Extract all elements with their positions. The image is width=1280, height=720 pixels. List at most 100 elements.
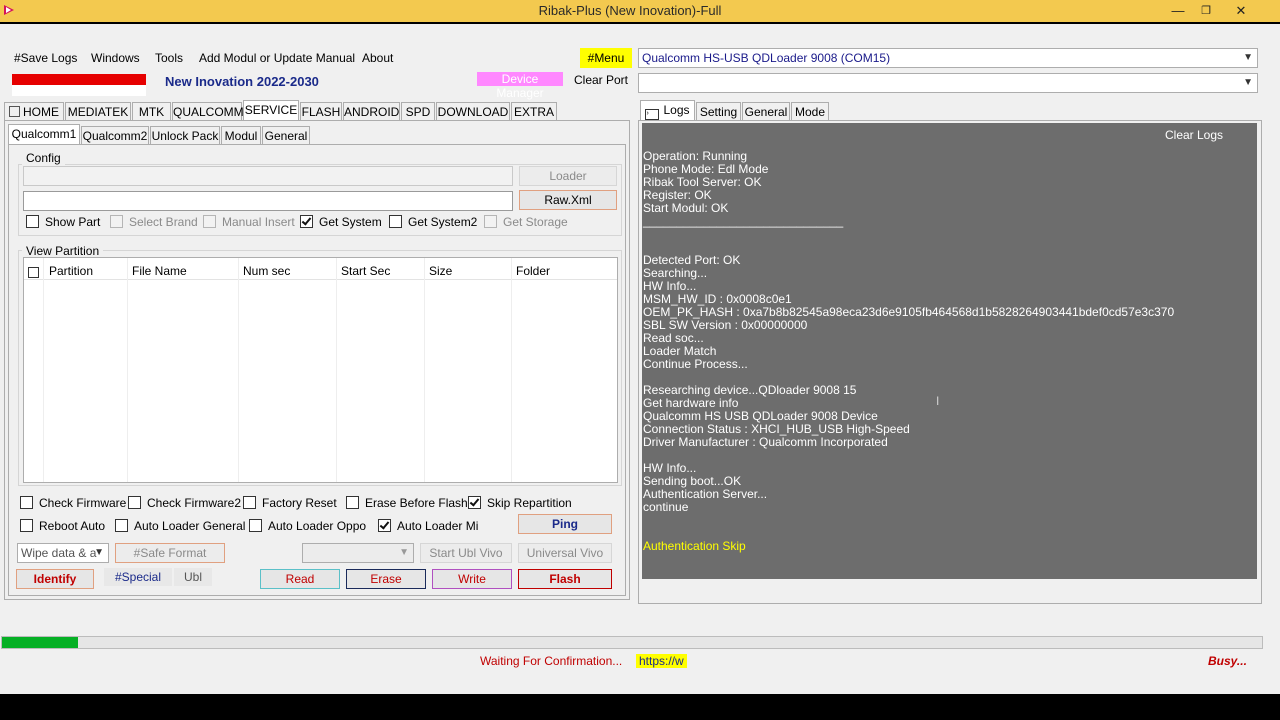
checkbox-icon bbox=[346, 496, 359, 509]
identify-button[interactable]: Identify bbox=[16, 569, 94, 589]
auto-loader-oppo-checkbox[interactable]: Auto Loader Oppo bbox=[249, 519, 366, 533]
factory-reset-label: Factory Reset bbox=[262, 496, 337, 510]
flash-button[interactable]: Flash bbox=[518, 569, 612, 589]
rawxml-path-input[interactable] bbox=[23, 191, 513, 211]
tab-spd[interactable]: SPD bbox=[401, 102, 435, 120]
col-divider bbox=[424, 258, 425, 482]
special-button[interactable]: #Special bbox=[104, 568, 172, 586]
tab-mode[interactable]: Mode bbox=[791, 102, 829, 120]
ubl-button[interactable]: Ubl bbox=[174, 568, 212, 586]
clear-port-button[interactable]: Clear Port bbox=[573, 72, 629, 88]
safe-format-button[interactable]: #Safe Format bbox=[115, 543, 225, 563]
get-system-label: Get System bbox=[319, 215, 382, 229]
col-folder[interactable]: Folder bbox=[516, 264, 550, 278]
tab-unlock-pack[interactable]: Unlock Pack bbox=[150, 126, 220, 144]
skip-repartition-checkbox[interactable]: Skip Repartition bbox=[468, 496, 572, 510]
checkbox-icon bbox=[389, 215, 402, 228]
tab-general[interactable]: General bbox=[262, 126, 310, 144]
ping-button[interactable]: Ping bbox=[518, 514, 612, 534]
tab-qualcomm[interactable]: QUALCOMM bbox=[172, 102, 244, 120]
rawxml-button[interactable]: Raw.Xml bbox=[519, 190, 617, 210]
log-line: Read soc... bbox=[643, 331, 704, 345]
port-select[interactable]: Qualcomm HS-USB QDLoader 9008 (COM15) ▼ bbox=[638, 48, 1258, 68]
tab-android[interactable]: ANDROID bbox=[343, 102, 400, 120]
col-num-sec[interactable]: Num sec bbox=[243, 264, 290, 278]
loader-path-input[interactable] bbox=[23, 166, 513, 186]
tab-general-right[interactable]: General bbox=[742, 102, 790, 120]
check-firmware-checkbox[interactable]: Check Firmware bbox=[20, 496, 126, 510]
universal-vivo-button[interactable]: Universal Vivo bbox=[518, 543, 612, 563]
port-select-value: Qualcomm HS-USB QDLoader 9008 (COM15) bbox=[642, 51, 891, 65]
tab-service[interactable]: SERVICE bbox=[243, 100, 299, 120]
show-part-checkbox[interactable]: Show Part bbox=[26, 215, 100, 229]
clear-logs-button[interactable]: Clear Logs bbox=[1165, 128, 1223, 142]
menu-about[interactable]: About bbox=[362, 50, 393, 66]
checkbox-icon bbox=[249, 519, 262, 532]
start-ubl-vivo-button[interactable]: Start Ubl Vivo bbox=[420, 543, 512, 563]
tab-setting[interactable]: Setting bbox=[696, 102, 741, 120]
manual-insert-checkbox[interactable]: Manual Insert bbox=[203, 215, 295, 229]
title-bar[interactable]: Ribak-Plus (New Inovation)-Full — ❐ ✕ bbox=[0, 0, 1280, 22]
erase-button[interactable]: Erase bbox=[346, 569, 426, 589]
loader-button[interactable]: Loader bbox=[519, 166, 617, 186]
get-system2-checkbox[interactable]: Get System2 bbox=[389, 215, 477, 229]
menu-save-logs[interactable]: #Save Logs bbox=[14, 50, 77, 66]
select-brand-checkbox[interactable]: Select Brand bbox=[110, 215, 198, 229]
auto-loader-oppo-label: Auto Loader Oppo bbox=[268, 519, 367, 533]
tab-mtk[interactable]: MTK bbox=[132, 102, 171, 120]
get-storage-label: Get Storage bbox=[503, 215, 568, 229]
select-all-checkbox[interactable] bbox=[28, 267, 39, 278]
main-tabs: HOME MEDIATEK MTK QUALCOMM SERVICE FLASH… bbox=[4, 100, 624, 120]
menu-windows[interactable]: Windows bbox=[91, 50, 140, 66]
wipe-select[interactable]: Wipe data & a ▼ bbox=[17, 543, 109, 563]
tab-logs[interactable]: › Logs bbox=[640, 100, 695, 120]
tab-qualcomm1[interactable]: Qualcomm1 bbox=[8, 124, 80, 144]
check-firmware2-checkbox[interactable]: Check Firmware2 bbox=[128, 496, 241, 510]
log-highlight-line: Authentication Skip bbox=[643, 539, 746, 553]
port-select-secondary[interactable]: ▼ bbox=[638, 73, 1258, 93]
erase-before-flash-checkbox[interactable]: Erase Before Flash bbox=[346, 496, 468, 510]
get-storage-checkbox[interactable]: Get Storage bbox=[484, 215, 568, 229]
progress-fill bbox=[2, 637, 78, 648]
get-system2-label: Get System2 bbox=[408, 215, 478, 229]
vivo-select[interactable]: ▼ bbox=[302, 543, 414, 563]
right-tabs: › Logs Setting General Mode bbox=[640, 100, 940, 120]
menu-button[interactable]: #Menu bbox=[580, 48, 632, 68]
col-size[interactable]: Size bbox=[429, 264, 452, 278]
tab-qualcomm2[interactable]: Qualcomm2 bbox=[81, 126, 149, 144]
restore-icon[interactable]: ❐ bbox=[1196, 2, 1216, 20]
menu-add-modul[interactable]: Add Modul or Update Manual bbox=[199, 50, 355, 66]
col-start-sec[interactable]: Start Sec bbox=[341, 264, 390, 278]
log-output[interactable]: Operation: Running Phone Mode: Edl Mode Ri… bbox=[642, 123, 1257, 579]
text-cursor-icon: I bbox=[936, 394, 940, 408]
reboot-auto-checkbox[interactable]: Reboot Auto bbox=[20, 519, 105, 533]
tab-home[interactable]: HOME bbox=[4, 102, 64, 120]
menu-tools[interactable]: Tools bbox=[155, 50, 183, 66]
tab-extra[interactable]: EXTRA bbox=[511, 102, 557, 120]
auto-loader-mi-checkbox[interactable]: Auto Loader Mi bbox=[378, 519, 478, 533]
main-window: #Save Logs Windows Tools Add Modul or Up… bbox=[0, 24, 1280, 694]
auto-loader-general-label: Auto Loader General bbox=[134, 519, 246, 533]
log-line: Driver Manufacturer : Qualcomm Incorpora… bbox=[643, 435, 888, 449]
get-system-checkbox[interactable]: Get System bbox=[300, 215, 382, 229]
tab-modul[interactable]: Modul bbox=[221, 126, 261, 144]
col-partition[interactable]: Partition bbox=[49, 264, 93, 278]
read-button[interactable]: Read bbox=[260, 569, 340, 589]
factory-reset-checkbox[interactable]: Factory Reset bbox=[243, 496, 337, 510]
window-title: Ribak-Plus (New Inovation)-Full bbox=[538, 3, 722, 18]
close-icon[interactable]: ✕ bbox=[1231, 2, 1251, 20]
tab-download[interactable]: DOWNLOAD bbox=[436, 102, 510, 120]
write-button[interactable]: Write bbox=[432, 569, 512, 589]
status-link[interactable]: https://w bbox=[636, 654, 687, 668]
tab-mediatek[interactable]: MEDIATEK bbox=[65, 102, 131, 120]
partition-table[interactable]: Partition File Name Num sec Start Sec Si… bbox=[23, 257, 618, 483]
log-line: Detected Port: OK bbox=[643, 253, 741, 267]
busy-indicator: Busy... bbox=[1208, 654, 1247, 668]
device-manager-button[interactable]: Device Manager bbox=[477, 72, 563, 100]
home-icon bbox=[9, 106, 20, 117]
auto-loader-general-checkbox[interactable]: Auto Loader General bbox=[115, 519, 245, 533]
tab-flash[interactable]: FLASH bbox=[300, 102, 342, 120]
col-file-name[interactable]: File Name bbox=[132, 264, 187, 278]
minimize-icon[interactable]: — bbox=[1168, 2, 1188, 20]
